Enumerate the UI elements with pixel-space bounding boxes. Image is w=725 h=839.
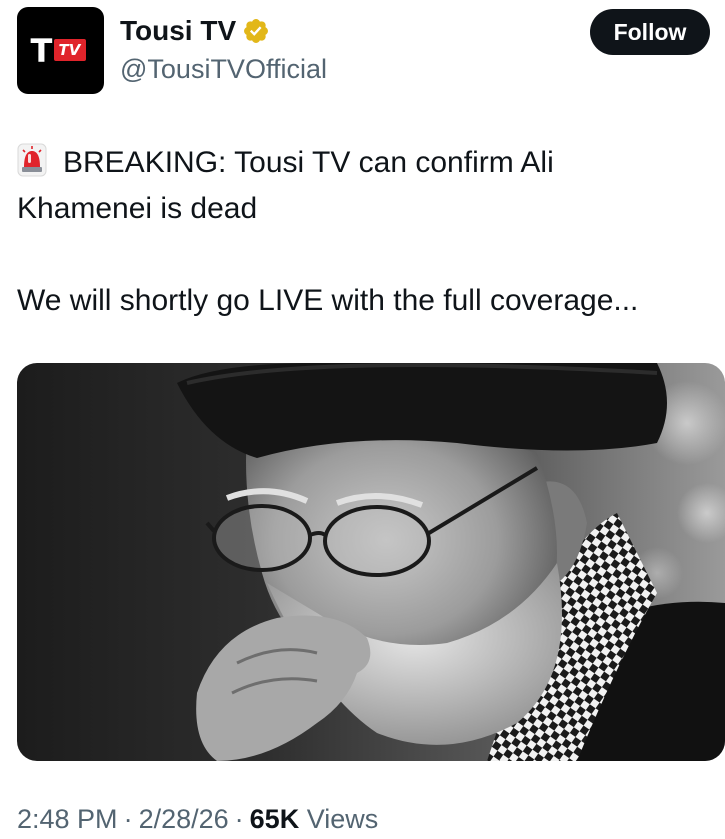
police-siren-icon <box>17 143 47 177</box>
tweet-card: T TV Tousi TV @TousiTVOfficial Follow BR… <box>0 0 725 839</box>
tweet-photo[interactable] <box>17 363 725 761</box>
author-handle[interactable]: @TousiTVOfficial <box>120 52 327 86</box>
tousi-tv-logo: T TV <box>25 34 97 68</box>
follow-button[interactable]: Follow <box>590 9 710 55</box>
views-count[interactable]: 65K <box>250 804 300 834</box>
tweet-line-2: Khamenei is dead <box>17 192 258 225</box>
avatar[interactable]: T TV <box>17 7 104 94</box>
author-display-name[interactable]: Tousi TV <box>120 14 236 48</box>
tweet-line-1: BREAKING: Tousi TV can confirm Ali <box>17 140 707 186</box>
separator: · <box>234 804 244 834</box>
verified-badge-icon <box>244 19 269 43</box>
tweet-line-1-text: BREAKING: Tousi TV can confirm Ali <box>63 146 554 179</box>
logo-letter: T <box>30 31 53 70</box>
author-name-row: Tousi TV <box>120 14 270 48</box>
photo-illustration <box>17 363 725 761</box>
tweet-time[interactable]: 2:48 PM <box>17 804 118 834</box>
logo-tv-badge: TV <box>53 38 87 61</box>
tweet-line-3: We will shortly go LIVE with the full co… <box>17 284 639 317</box>
tweet-meta: 2:48 PM · 2/28/26 · 65K Views <box>17 802 378 836</box>
tweet-date[interactable]: 2/28/26 <box>139 804 229 834</box>
separator: · <box>123 804 133 834</box>
tweet-text: BREAKING: Tousi TV can confirm Ali Khame… <box>17 140 707 324</box>
views-label: Views <box>306 804 379 834</box>
